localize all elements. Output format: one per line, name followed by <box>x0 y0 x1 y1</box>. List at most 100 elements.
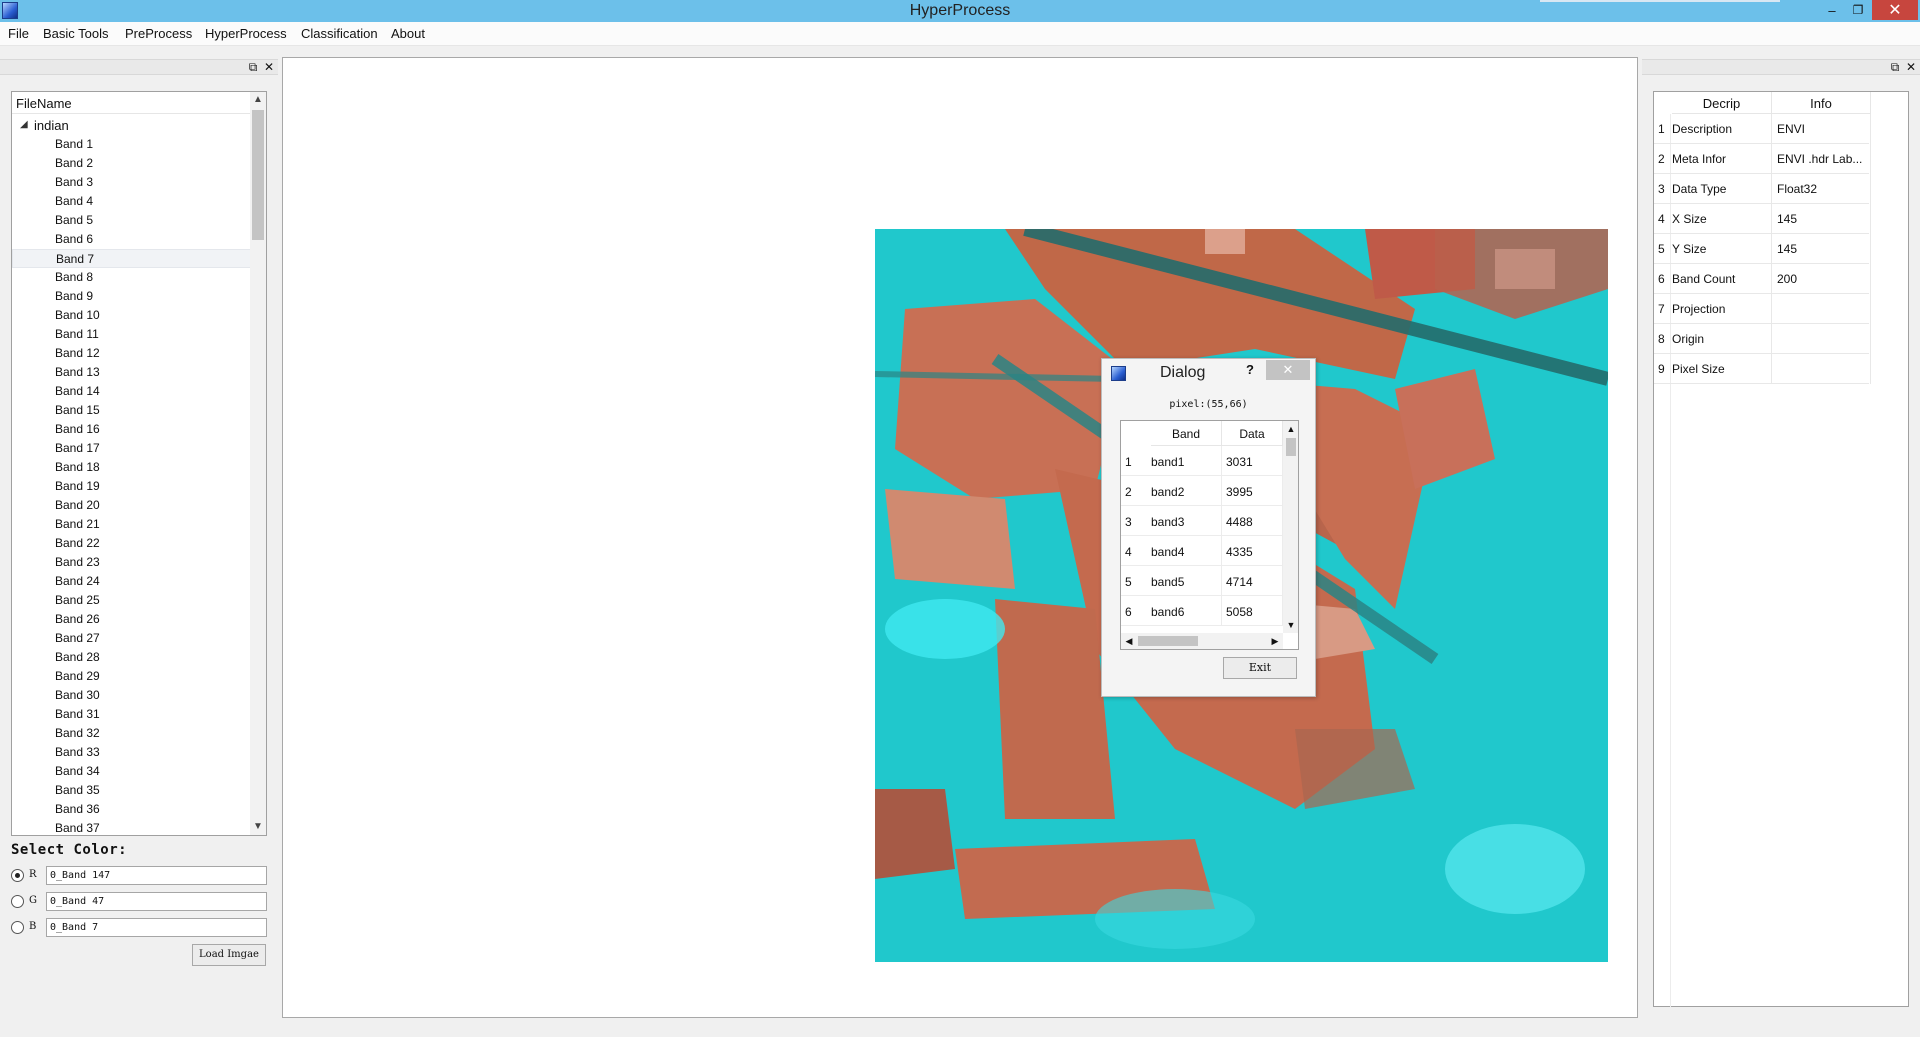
table-row[interactable]: 3 band3 4488 <box>1121 506 1283 536</box>
tree-item-band[interactable]: Band 4 <box>12 192 252 211</box>
close-icon[interactable]: ✕ <box>1904 60 1918 74</box>
tree-item-label: Band 24 <box>55 574 100 588</box>
info-header-info[interactable]: Info <box>1772 92 1871 114</box>
tree-item-band[interactable]: Band 26 <box>12 610 252 629</box>
tree-item-band[interactable]: Band 34 <box>12 762 252 781</box>
tree-item-band[interactable]: Band 14 <box>12 382 252 401</box>
tree-item-band[interactable]: Band 1 <box>12 135 252 154</box>
tree-item-band[interactable]: Band 27 <box>12 629 252 648</box>
tree-item-band[interactable]: Band 36 <box>12 800 252 819</box>
tree-item-band[interactable]: Band 21 <box>12 515 252 534</box>
info-row[interactable]: 7 Projection <box>1654 294 1871 324</box>
info-row[interactable]: 5 Y Size 145 <box>1654 234 1871 264</box>
tree-item-band[interactable]: Band 12 <box>12 344 252 363</box>
close-icon[interactable]: ✕ <box>262 60 276 74</box>
dialog-vscrollbar[interactable]: ▲ ▼ <box>1283 421 1298 633</box>
tree-item-band[interactable]: Band 22 <box>12 534 252 553</box>
minimize-button[interactable]: – <box>1820 0 1844 20</box>
menu-basic-tools[interactable]: Basic Tools <box>43 26 109 41</box>
tree-item-band[interactable]: Band 24 <box>12 572 252 591</box>
tree-item-band[interactable]: Band 9 <box>12 287 252 306</box>
tree-item-band[interactable]: Band 2 <box>12 154 252 173</box>
tree-item-band[interactable]: Band 35 <box>12 781 252 800</box>
tree-item-label: Band 21 <box>55 517 100 531</box>
tree-item-band[interactable]: Band 10 <box>12 306 252 325</box>
data-cell: 3031 <box>1226 455 1253 469</box>
tree-item-band[interactable]: Band 16 <box>12 420 252 439</box>
tree-item-band[interactable]: Band 33 <box>12 743 252 762</box>
scroll-up-icon[interactable]: ▲ <box>250 92 266 108</box>
info-value <box>1774 324 1871 354</box>
table-row[interactable]: 6 band6 5058 <box>1121 596 1283 626</box>
menu-about[interactable]: About <box>391 26 425 41</box>
exit-button[interactable]: Exit <box>1223 657 1297 679</box>
float-icon[interactable]: ⧉ <box>246 60 260 74</box>
g-band-field[interactable]: 0_Band 47 <box>46 892 267 911</box>
float-icon[interactable]: ⧉ <box>1888 60 1902 74</box>
scroll-right-icon[interactable]: ▶ <box>1267 633 1283 649</box>
tree-item-band[interactable]: Band 5 <box>12 211 252 230</box>
tree-item-band[interactable]: Band 7 <box>12 249 252 268</box>
info-row[interactable]: 3 Data Type Float32 <box>1654 174 1871 204</box>
tree-item-band[interactable]: Band 20 <box>12 496 252 515</box>
scroll-thumb[interactable] <box>252 110 264 240</box>
info-row[interactable]: 8 Origin <box>1654 324 1871 354</box>
table-row[interactable]: 1 band1 3031 <box>1121 446 1283 476</box>
dialog-hscrollbar[interactable]: ◀ ▶ <box>1121 633 1283 649</box>
menu-hyperprocess[interactable]: HyperProcess <box>205 26 287 41</box>
r-band-field[interactable]: 0_Band 147 <box>46 866 267 885</box>
scroll-thumb[interactable] <box>1286 438 1296 456</box>
info-header-decrip[interactable]: Decrip <box>1672 92 1772 114</box>
tree-item-band[interactable]: Band 23 <box>12 553 252 572</box>
table-row[interactable]: 5 band5 4714 <box>1121 566 1283 596</box>
radio-r[interactable] <box>11 869 24 882</box>
maximize-button[interactable]: ❐ <box>1846 0 1870 20</box>
info-value <box>1774 354 1871 384</box>
help-icon[interactable]: ? <box>1246 362 1254 377</box>
dialog-close-button[interactable]: ✕ <box>1266 360 1310 380</box>
tree-item-band[interactable]: Band 29 <box>12 667 252 686</box>
tree-item-band[interactable]: Band 32 <box>12 724 252 743</box>
col-header-data[interactable]: Data <box>1222 421 1283 446</box>
info-row[interactable]: 2 Meta Infor ENVI .hdr Lab... <box>1654 144 1871 174</box>
tree-root-indian[interactable]: ◢ indian <box>12 116 252 135</box>
info-row[interactable]: 9 Pixel Size <box>1654 354 1871 384</box>
menu-file[interactable]: File <box>8 26 29 41</box>
tree-item-band[interactable]: Band 11 <box>12 325 252 344</box>
tree-item-band[interactable]: Band 6 <box>12 230 252 249</box>
scroll-up-icon[interactable]: ▲ <box>1283 421 1298 437</box>
tree-item-band[interactable]: Band 13 <box>12 363 252 382</box>
info-row[interactable]: 6 Band Count 200 <box>1654 264 1871 294</box>
info-row[interactable]: 4 X Size 145 <box>1654 204 1871 234</box>
expand-arrow-icon[interactable]: ◢ <box>20 119 28 130</box>
scroll-down-icon[interactable]: ▼ <box>1283 617 1298 633</box>
tree-item-band[interactable]: Band 8 <box>12 268 252 287</box>
radio-g[interactable] <box>11 895 24 908</box>
load-image-button[interactable]: Load Imgae <box>192 944 266 966</box>
row-number: 2 <box>1658 152 1665 166</box>
radio-b[interactable] <box>11 921 24 934</box>
scroll-left-icon[interactable]: ◀ <box>1121 633 1137 649</box>
tree-scrollbar[interactable]: ▲ ▼ <box>250 92 266 835</box>
tree-item-band[interactable]: Band 28 <box>12 648 252 667</box>
info-row[interactable]: 1 Description ENVI <box>1654 114 1871 144</box>
tree-item-band[interactable]: Band 18 <box>12 458 252 477</box>
menu-classification[interactable]: Classification <box>301 26 378 41</box>
tree-item-band[interactable]: Band 37 <box>12 819 252 835</box>
col-header-band[interactable]: Band <box>1151 421 1222 446</box>
b-band-field[interactable]: 0_Band 7 <box>46 918 267 937</box>
scroll-down-icon[interactable]: ▼ <box>250 819 266 835</box>
scroll-thumb-h[interactable] <box>1138 636 1198 646</box>
table-row[interactable]: 4 band4 4335 <box>1121 536 1283 566</box>
tree-item-band[interactable]: Band 25 <box>12 591 252 610</box>
tree-item-band[interactable]: Band 15 <box>12 401 252 420</box>
tree-item-band[interactable]: Band 19 <box>12 477 252 496</box>
close-button[interactable]: ✕ <box>1872 0 1918 20</box>
tree-item-band[interactable]: Band 31 <box>12 705 252 724</box>
table-row[interactable]: 2 band2 3995 <box>1121 476 1283 506</box>
menu-preprocess[interactable]: PreProcess <box>125 26 192 41</box>
info-value: ENVI .hdr Lab... <box>1774 144 1871 174</box>
tree-item-band[interactable]: Band 3 <box>12 173 252 192</box>
tree-item-band[interactable]: Band 17 <box>12 439 252 458</box>
tree-item-band[interactable]: Band 30 <box>12 686 252 705</box>
